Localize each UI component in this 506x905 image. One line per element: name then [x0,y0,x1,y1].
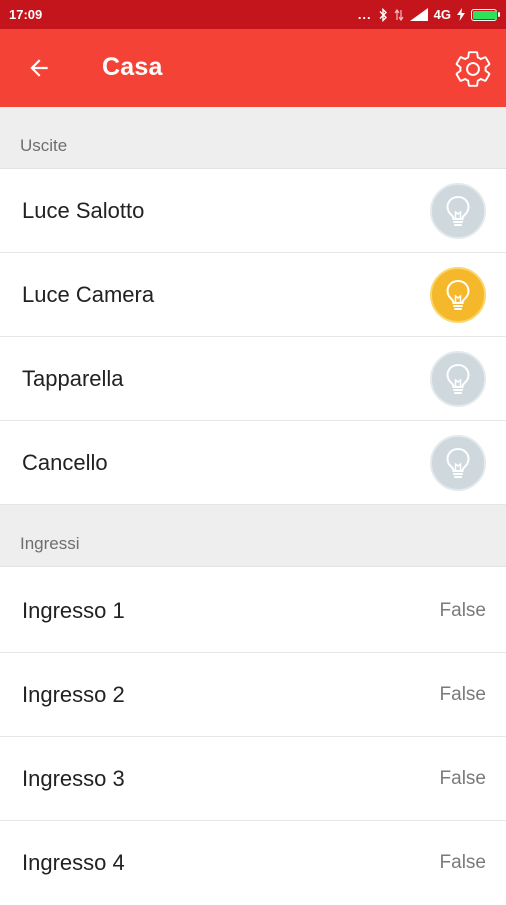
output-row-luce-camera: Luce Camera [0,253,506,337]
input-label: Ingresso 2 [22,682,125,707]
output-toggle[interactable] [430,183,486,239]
input-value: False [439,684,486,705]
settings-button[interactable] [450,46,496,92]
input-row-ingresso-3: Ingresso 3 False [0,737,506,821]
gear-icon [455,51,491,87]
input-value: False [439,852,486,873]
input-row-ingresso-4: Ingresso 4 False [0,821,506,905]
section-title: Ingressi [20,534,80,553]
input-value: False [439,600,486,621]
status-icons: ... 4G [357,7,500,22]
page-title: Casa [102,53,163,81]
output-row-tapparella: Tapparella [0,337,506,421]
output-row-cancello: Cancello [0,421,506,505]
input-row-ingresso-1: Ingresso 1 False [0,569,506,653]
output-toggle[interactable] [430,435,486,491]
bluetooth-icon [378,7,388,22]
input-label: Ingresso 1 [22,598,125,623]
section-header-inputs: Ingressi [0,505,506,567]
lightbulb-icon [446,363,470,394]
arrow-left-icon [30,59,48,77]
section-header-outputs: Uscite [0,107,506,169]
input-row-ingresso-2: Ingresso 2 False [0,653,506,737]
lightbulb-icon [446,279,470,310]
output-label: Tapparella [22,366,124,391]
output-row-luce-salotto: Luce Salotto [0,169,506,253]
output-toggle[interactable] [430,351,486,407]
input-value: False [439,768,486,789]
output-toggle[interactable] [430,267,486,323]
lightbulb-icon [446,195,470,226]
back-button[interactable] [22,51,56,85]
battery-charging-icon [471,8,500,21]
charging-icon [457,8,465,21]
status-time: 17:09 [9,7,43,22]
input-label: Ingresso 3 [22,766,125,791]
status-dots: ... [357,7,372,22]
output-label: Luce Salotto [22,198,145,223]
app-bar: Casa [0,29,506,107]
network-type: 4G [433,7,451,22]
data-arrows-icon [394,8,404,22]
output-label: Cancello [22,450,108,475]
signal-icon [409,8,428,21]
section-title: Uscite [20,136,68,155]
output-label: Luce Camera [22,282,155,307]
input-label: Ingresso 4 [22,850,125,875]
status-bar: 17:09 ... 4G [0,0,506,29]
lightbulb-icon [446,447,470,478]
